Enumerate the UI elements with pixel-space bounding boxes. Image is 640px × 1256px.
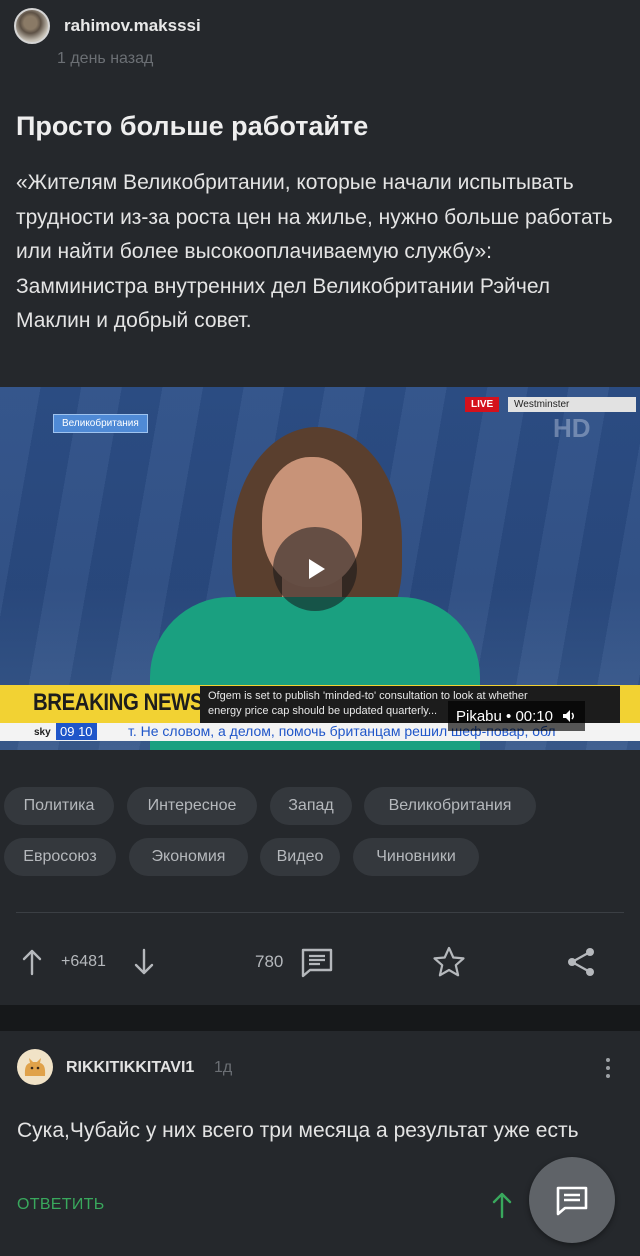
tag-item[interactable]: Евросоюз	[4, 838, 116, 876]
volume-icon[interactable]	[561, 708, 577, 724]
post-card: rahimov.maksssi 1 день назад Просто боль…	[0, 0, 640, 1005]
post-divider	[16, 912, 624, 913]
tag-item[interactable]: Видео	[260, 838, 340, 876]
breaking-news-title: BREAKING NEWS	[33, 689, 204, 716]
post-time: 1 день назад	[57, 50, 154, 67]
tag-item[interactable]: Чиновники	[353, 838, 479, 876]
video-country-label: Великобритания	[53, 414, 148, 433]
arrow-up-icon	[22, 949, 42, 976]
tag-item[interactable]: Экономия	[129, 838, 248, 876]
save-button[interactable]	[432, 940, 466, 984]
commenter-avatar[interactable]	[17, 1049, 53, 1085]
video-source-text: Pikabu • 00:10	[456, 707, 553, 725]
cat-avatar-icon	[24, 1058, 46, 1076]
comment-text: Сука,Чубайс у них всего три месяца а рез…	[17, 1119, 579, 1142]
post-title[interactable]: Просто больше работайте	[16, 111, 368, 142]
crawl-time: 09 10	[56, 723, 97, 740]
video-source-badge[interactable]: Pikabu • 00:10	[448, 701, 585, 731]
reply-button[interactable]: ОТВЕТИТЬ	[17, 1196, 105, 1214]
comments-count[interactable]: 780	[255, 940, 283, 984]
downvote-button[interactable]	[132, 940, 156, 984]
share-icon	[568, 948, 594, 976]
rating-value: +6481	[61, 953, 106, 970]
video-location-label: Westminster	[508, 397, 636, 412]
play-icon	[309, 559, 325, 579]
more-options-button[interactable]	[598, 1053, 618, 1083]
comment-icon	[301, 948, 333, 978]
post-author[interactable]: rahimov.maksssi	[14, 8, 201, 44]
tag-item[interactable]: Интересное	[127, 787, 257, 825]
share-button[interactable]	[565, 940, 597, 984]
tag-item[interactable]: Политика	[4, 787, 114, 825]
post-actions: +6481 780	[0, 940, 640, 984]
star-icon	[433, 946, 465, 977]
comment-upvote-button[interactable]	[490, 1191, 514, 1224]
section-separator	[0, 1005, 640, 1031]
arrow-down-icon	[134, 948, 154, 975]
play-button[interactable]	[273, 527, 357, 611]
tag-item[interactable]: Великобритания	[364, 787, 536, 825]
upvote-button[interactable]	[20, 940, 44, 984]
chat-icon	[556, 1186, 588, 1216]
sky-logo: sky	[34, 727, 51, 738]
comments-fab-button[interactable]	[529, 1157, 615, 1243]
author-name[interactable]: rahimov.maksssi	[64, 16, 201, 36]
video-live-label: LIVE	[465, 397, 500, 412]
commenter-name[interactable]: RIKKITIKKITAVI1	[66, 1059, 194, 1077]
comment-time: 1д	[214, 1059, 233, 1076]
post-text: «Жителям Великобритании, которые начали …	[16, 171, 613, 332]
video-player[interactable]: Великобритания LIVE Westminster HD BREAK…	[0, 387, 640, 750]
tag-item[interactable]: Запад	[270, 787, 352, 825]
author-avatar[interactable]	[14, 8, 50, 44]
arrow-up-icon	[492, 1192, 512, 1219]
comments-button[interactable]	[300, 940, 334, 984]
channel-watermark: HD	[553, 413, 591, 443]
